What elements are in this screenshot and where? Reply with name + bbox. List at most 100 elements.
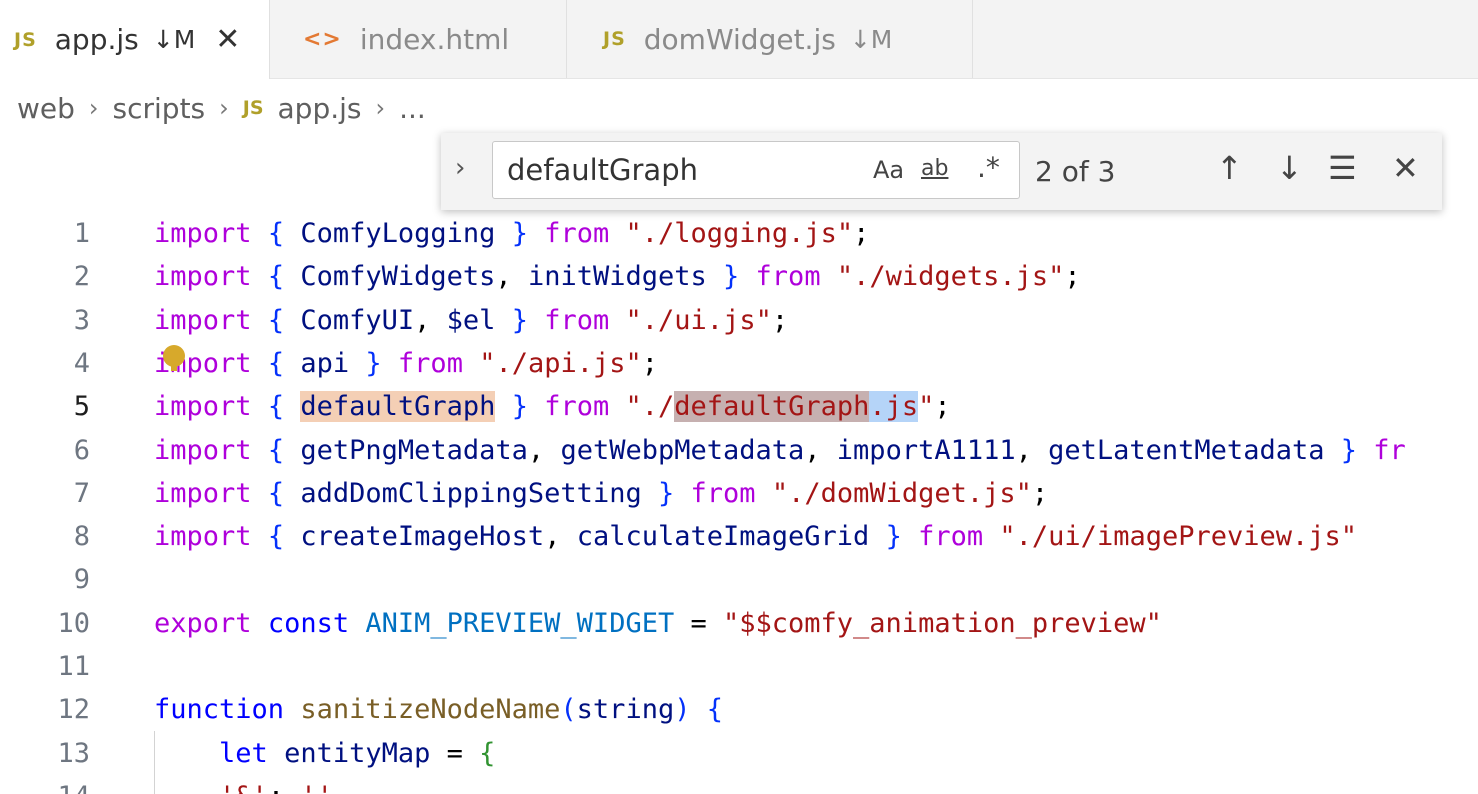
next-match-icon[interactable]: ↓ [1276,149,1303,187]
code-token: } [511,304,528,336]
lightbulb-icon[interactable] [163,345,185,371]
line-number: 14 [10,775,90,794]
previous-match-icon[interactable]: ↑ [1216,149,1243,187]
code-token: from [755,261,821,293]
code-token: sanitizeNodeName [300,694,561,726]
code-line[interactable]: 5 import { defaultGraph } from "./default… [0,385,1478,428]
match-whole-word-icon[interactable]: ab [921,156,948,181]
breadcrumb-item-scripts[interactable]: scripts [113,92,206,125]
code-line[interactable]: 7 import { addDomClippingSetting } from "… [0,472,1478,515]
code-token: $el [446,304,496,336]
code-token: const [267,607,350,639]
code-text: function sanitizeNodeName(string) { [154,688,723,731]
toggle-replace-chevron-icon[interactable]: › [455,153,465,183]
code-token: string [576,694,675,726]
code-token: api [300,347,350,379]
code-line[interactable]: 14 '&': '' [0,775,1478,794]
code-token: ComfyLogging [300,218,496,249]
code-line[interactable]: 13 let entityMap = { [0,732,1478,775]
breadcrumb-item-symbols[interactable]: ... [399,92,426,125]
code-line[interactable]: 8 import { createImageHost, calculateImag… [0,515,1478,558]
breadcrumb-item-file[interactable]: app.js [278,92,362,125]
code-line[interactable]: 2 import { ComfyWidgets, initWidgets } fr… [0,255,1478,298]
line-number: 4 [73,347,90,379]
code-line[interactable]: 9 [0,558,1478,601]
chevron-right-icon: › [219,94,229,122]
regex-icon[interactable]: .* [977,151,1000,184]
tab-app-js[interactable]: JS app.js ↓M ✕ [0,0,270,79]
tab-label: app.js [54,23,139,56]
line-number: 7 [73,477,90,509]
code-line[interactable]: 10 export const ANIM_PREVIEW_WIDGET = "$$… [0,602,1478,645]
code-text: import { ComfyUI, $el } from "./ui.js"; [154,299,788,342]
tab-index-html[interactable]: <> index.html [270,0,567,78]
code-line[interactable]: 12 function sanitizeNodeName(string) { [0,688,1478,731]
tab-label: index.html [359,22,510,56]
code-token: "./api.js" [479,347,642,379]
code-token: from [544,304,610,336]
code-token: function [154,694,285,726]
code-token: , [1015,434,1049,466]
find-query[interactable]: defaultGraph [507,153,698,187]
code-line[interactable]: 6 import { getPngMetadata, getWebpMetadat… [0,429,1478,472]
code-token: { [706,694,724,726]
code-token: } [511,391,528,423]
code-token: { [479,737,496,769]
find-input[interactable]: defaultGraph Aa ab .* [492,141,1020,199]
code-token: , [495,261,528,293]
code-token: entityMap [284,737,431,769]
code-editor[interactable]: 1 import { ComfyLogging } from "./logging… [0,212,1478,794]
code-token: { [267,521,285,553]
line-number: 1 [73,218,90,249]
code-token: '' [300,781,333,794]
code-token: import [154,477,252,509]
line-number: 6 [73,434,90,466]
code-line[interactable]: 11 [0,645,1478,688]
code-token: { [267,347,285,379]
code-token: fr [1373,434,1406,466]
code-token: ( [560,694,577,726]
code-token: from [918,521,984,553]
find-in-selection-icon[interactable]: ☰ [1328,149,1357,187]
code-token: } [511,218,528,249]
line-number: 10 [57,607,90,639]
code-token: import [154,304,252,336]
code-token: , [544,521,577,553]
code-token: } [723,261,740,293]
close-find-icon[interactable]: ✕ [1392,149,1419,187]
code-token: "./ui/imagePreview.js" [999,521,1358,553]
code-token: ANIM_PREVIEW_WIDGET [365,607,675,639]
match-case-icon[interactable]: Aa [873,156,904,184]
code-line[interactable]: 4 import { api } from "./api.js"; [0,342,1478,385]
code-token: calculateImageGrid [576,521,870,553]
line-number: 3 [73,304,90,336]
code-token: = [430,737,480,769]
code-line[interactable]: 1 import { ComfyLogging } from "./logging… [0,212,1478,255]
close-tab-icon[interactable]: ✕ [215,24,240,55]
chevron-right-icon: › [88,94,99,122]
code-line[interactable]: 3 import { ComfyUI, $el } from "./ui.js"; [0,299,1478,342]
code-text: import { createImageHost, calculateImage… [154,515,1357,558]
code-token: ; [853,218,870,249]
breadcrumb-item-web[interactable]: web [17,92,75,125]
code-text: import { ComfyWidgets, initWidgets } fro… [154,255,1081,298]
tab-domwidget-js[interactable]: JS domWidget.js ↓M [567,0,973,78]
